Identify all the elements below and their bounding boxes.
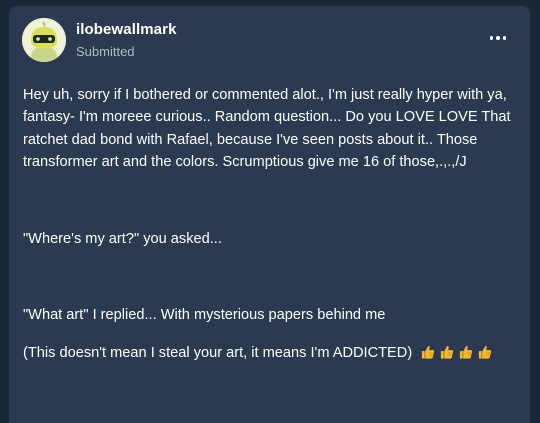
more-horizontal-icon-dot	[496, 36, 500, 40]
post-status: Submitted	[76, 44, 135, 59]
post-username[interactable]: ilobewallmark	[76, 21, 177, 38]
post-body: Hey uh, sorry if I bothered or commented…	[23, 84, 517, 365]
thumbs-up-icon	[479, 346, 492, 359]
thumbs-up-icon	[441, 346, 454, 359]
post-paragraph: "What art" I replied... With mysterious …	[23, 307, 386, 324]
post-paragraph-last: (This doesn't mean I steal your art, it …	[23, 342, 517, 364]
post-paragraph-text: (This doesn't mean I steal your art, it …	[23, 345, 413, 362]
post-paragraph: Hey uh, sorry if I bothered or commented…	[23, 87, 511, 171]
thumbs-up-icon	[460, 346, 473, 359]
more-horizontal-icon	[489, 36, 494, 40]
avatar[interactable]	[22, 18, 66, 62]
post-paragraph: "Where's my art?" you asked...	[23, 230, 222, 247]
thumbs-up-icon	[422, 346, 435, 359]
avatar-character-icon	[22, 18, 66, 62]
more-options-button[interactable]	[486, 31, 510, 45]
emoji-row	[416, 345, 492, 361]
more-horizontal-icon-dot	[502, 36, 507, 40]
post-card: ilobewallmark Submitted Hey uh, sorry if…	[9, 6, 530, 423]
